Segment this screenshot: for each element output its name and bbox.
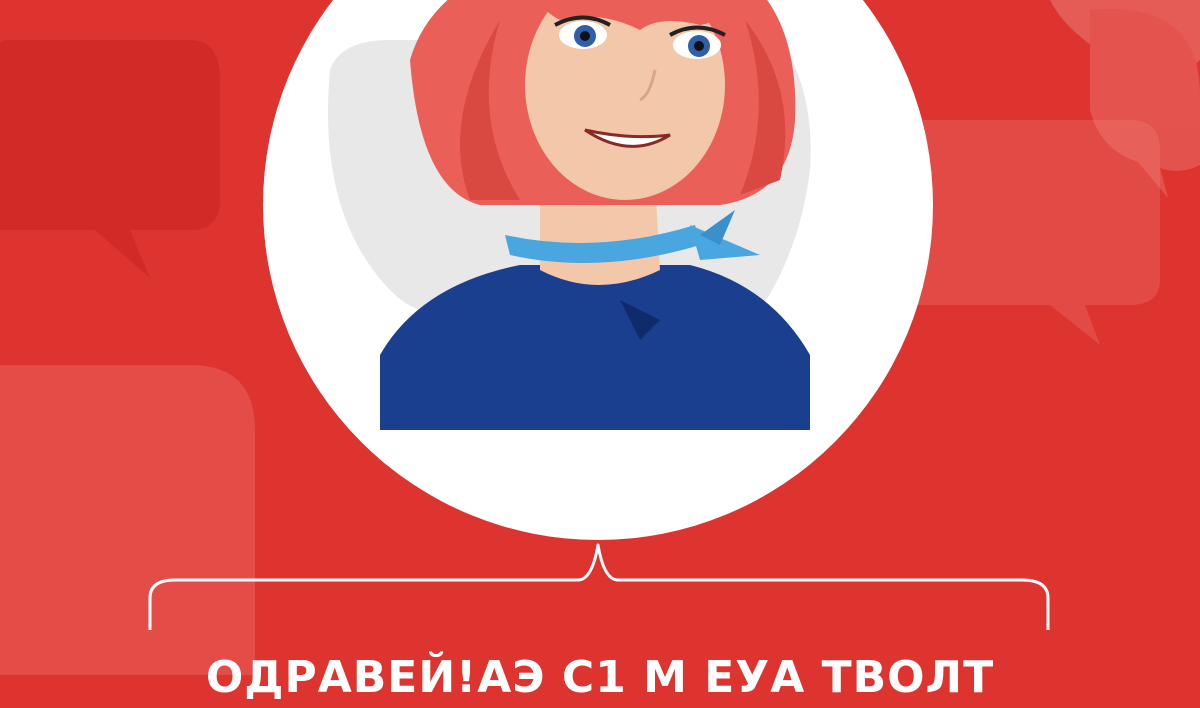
headline-text: ОДРАВЕЙ!АЭ С1 М ЕУА ТВОЛТ: [205, 652, 995, 703]
speech-bubble-icon: [0, 365, 255, 675]
background-scene: [0, 0, 1200, 675]
